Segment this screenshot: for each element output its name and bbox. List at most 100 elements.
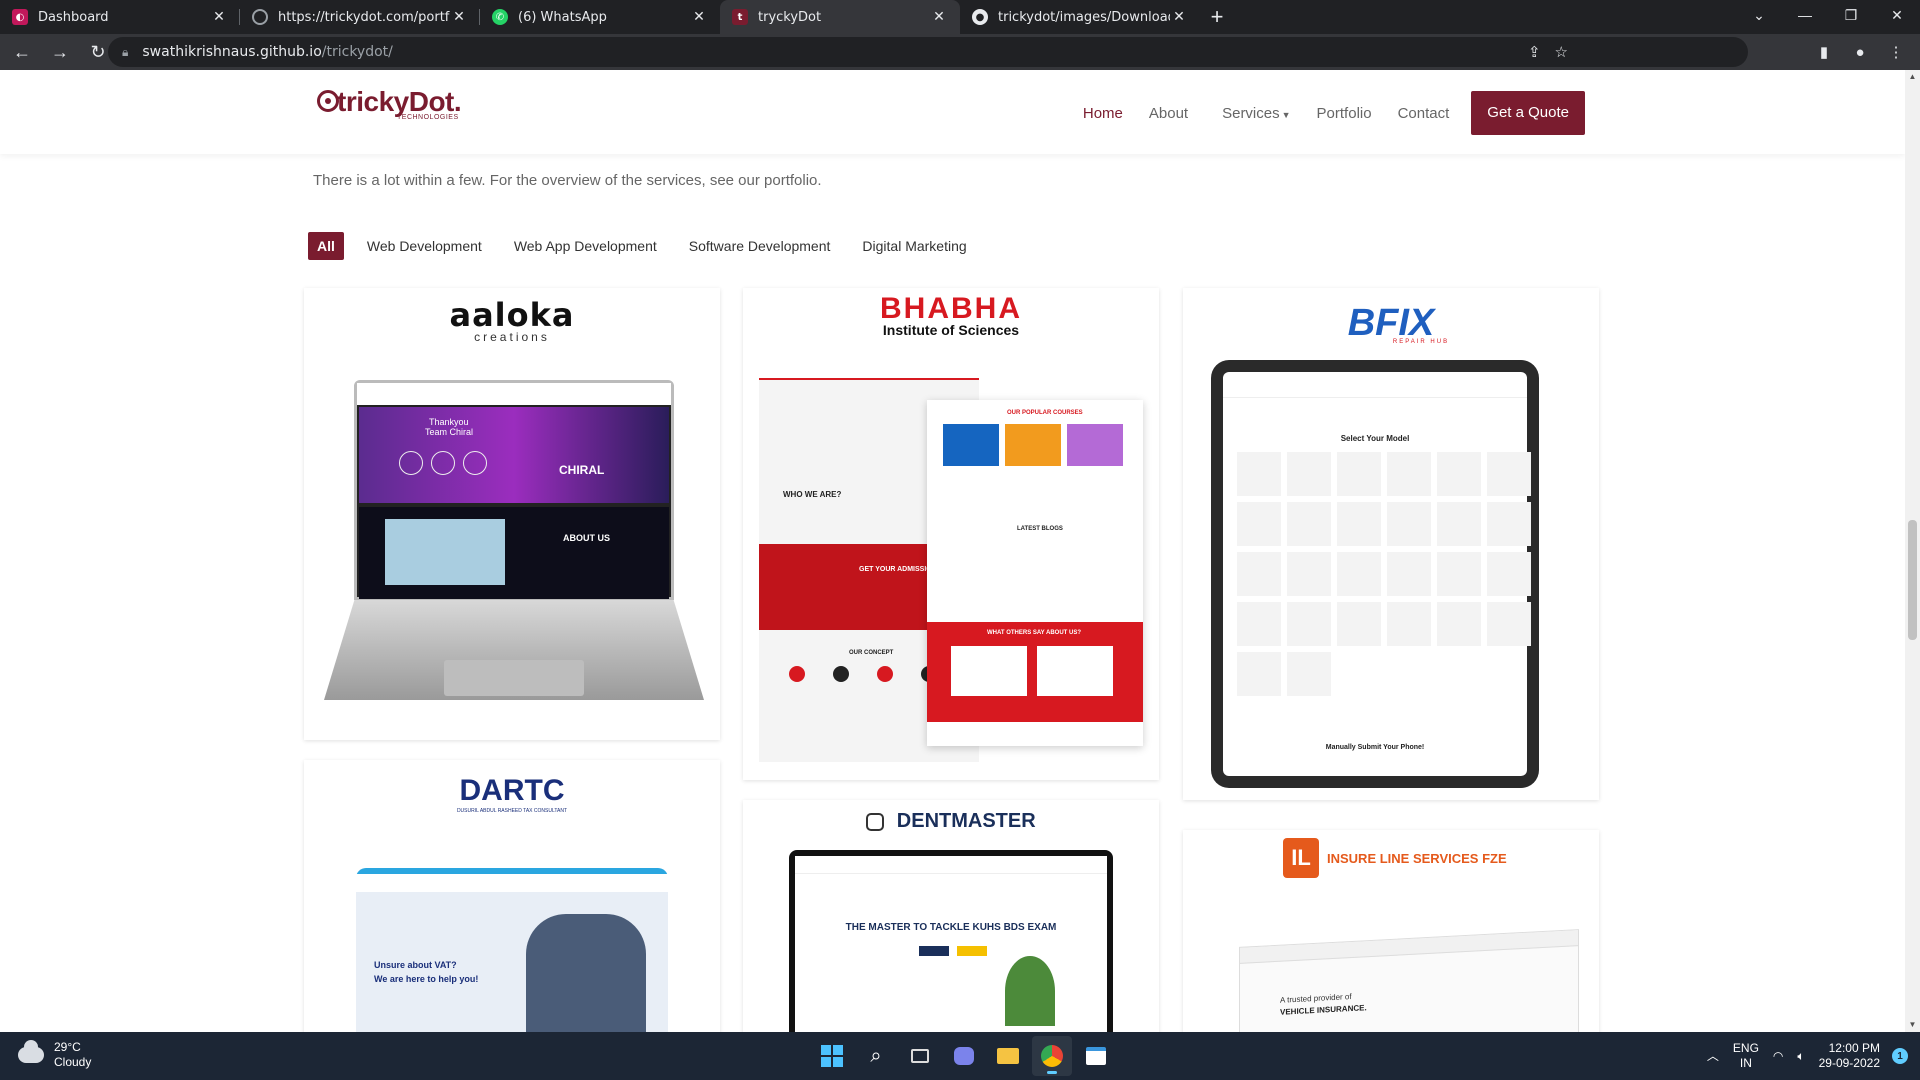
il-mark-icon: IL (1283, 838, 1319, 878)
nav-about[interactable]: About (1149, 105, 1188, 122)
get-a-quote-button[interactable]: Get a Quote (1471, 91, 1585, 135)
chrome-button[interactable] (1032, 1036, 1072, 1076)
temperature: 29°C (54, 1040, 81, 1054)
system-tray: ︿ ENG IN ◠ 🔈︎ 12:00 PM 29-09-2022 1 (1693, 1032, 1908, 1080)
menu-icon[interactable]: ⋮ (1880, 36, 1912, 68)
address-bar[interactable]: 🔒︎ swathikrishnaus.github.io/trickydot/ … (108, 37, 1748, 67)
tab-trickydot-portfolio[interactable]: https://trickydot.com/portfolio.h ✕ (240, 0, 480, 34)
task-view-button[interactable] (900, 1036, 940, 1076)
logo-mark-icon (317, 90, 339, 112)
laptop-screen: Thankyou Team Chiral CHIRAL ABOUT US (354, 380, 674, 600)
filter-all[interactable]: All (308, 232, 344, 260)
portfolio-card-bfix[interactable]: BFIX REPAIR HUB Select Your Model Manual… (1183, 288, 1599, 800)
url-text: swathikrishnaus.github.io/trickydot/ (142, 44, 393, 60)
tab-search-icon[interactable]: ⌄ (1736, 0, 1782, 30)
teams-chat-button[interactable] (944, 1036, 984, 1076)
filter-web-app-development[interactable]: Web App Development (505, 232, 666, 260)
insure-tagline-2: VEHICLE INSURANCE. (1280, 1003, 1367, 1017)
volume-icon[interactable]: 🔈︎ (1797, 1049, 1804, 1064)
share-icon[interactable]: ⇪ (1528, 43, 1541, 61)
close-icon[interactable]: ✕ (450, 9, 468, 25)
nav-portfolio[interactable]: Portfolio (1317, 105, 1372, 122)
manual-submit-heading: Manually Submit Your Phone! (1325, 744, 1425, 751)
minimize-button[interactable]: — (1782, 0, 1828, 30)
blogs-heading: LATEST BLOGS (1017, 526, 1063, 532)
side-panel-icon[interactable]: ▮ (1808, 36, 1840, 68)
bfix-logo: BFIX REPAIR HUB (1183, 302, 1599, 345)
notification-badge[interactable]: 1 (1892, 1048, 1908, 1064)
tab-label: trickydot/images/Downloads at r (998, 9, 1170, 25)
back-button[interactable]: ← (6, 36, 38, 68)
scroll-thumb[interactable] (1908, 520, 1917, 640)
file-explorer-button[interactable] (988, 1036, 1028, 1076)
window-controls: ⌄ — ❐ ✕ (1736, 0, 1920, 34)
nav-services-label: Services (1222, 104, 1280, 122)
windows-icon (821, 1045, 843, 1067)
wifi-icon[interactable]: ◠ (1773, 1049, 1783, 1064)
close-icon[interactable]: ✕ (930, 9, 948, 25)
close-icon[interactable]: ✕ (1170, 9, 1188, 25)
profile-icon[interactable]: ● (1844, 36, 1876, 68)
dentmaster-logo: DENTMASTER (743, 810, 1159, 833)
nav-services[interactable]: Services ▼ (1222, 105, 1290, 122)
bfix-tag: REPAIR HUB (1392, 339, 1450, 345)
chrome-icon (1041, 1045, 1063, 1067)
portfolio-card-dentmaster[interactable]: DENTMASTER THE MASTER TO TACKLE KUHS BDS… (743, 800, 1159, 1032)
tab-github[interactable]: ● trickydot/images/Downloads at r ✕ (960, 0, 1200, 34)
bookmark-star-icon[interactable]: ☆ (1555, 43, 1568, 61)
filter-digital-marketing[interactable]: Digital Marketing (853, 232, 975, 260)
portfolio-card-dartc[interactable]: DARTC DUSURIL ABDUL RASHEED TAX CONSULTA… (304, 760, 720, 1032)
dentmaster-headline: THE MASTER TO TACKLE KUHS BDS EXAM (845, 922, 1057, 933)
scroll-up-icon[interactable]: ▲ (1905, 70, 1920, 84)
close-icon[interactable]: ✕ (210, 9, 228, 25)
show-hidden-icons-icon[interactable]: ︿ (1707, 1049, 1719, 1064)
logo-subtitle: TECHNOLOGIES (397, 114, 459, 121)
trickydot-favicon-icon: t (732, 9, 748, 25)
taskbar-apps: ⌕ (812, 1036, 1116, 1076)
vat-question: Unsure about VAT? (374, 960, 457, 970)
toolbar-actions: ▮ ● ⋮ (1808, 36, 1912, 68)
scroll-down-icon[interactable]: ▼ (1905, 1018, 1920, 1032)
close-icon[interactable]: ✕ (690, 9, 708, 25)
insure-tagline-1: A trusted provider of (1280, 992, 1352, 1005)
tab-label: tryckyDot (758, 9, 822, 25)
language-indicator[interactable]: ENG IN (1733, 1041, 1759, 1071)
insure-screenshot: A trusted provider of VEHICLE INSURANCE. (1239, 929, 1579, 1032)
close-window-button[interactable]: ✕ (1874, 0, 1920, 30)
who-we-are: WHO WE ARE? (783, 490, 842, 499)
insure-brand: INSURE LINE SERVICES FZE (1327, 850, 1507, 866)
new-tab-button[interactable]: + (1200, 0, 1234, 34)
portfolio-intro-text: There is a lot within a few. For the ove… (313, 172, 822, 189)
filter-web-development[interactable]: Web Development (358, 232, 491, 260)
search-button[interactable]: ⌕ (856, 1036, 896, 1076)
portfolio-card-aaloka[interactable]: aaloka creations Thankyou Team Chiral CH… (304, 288, 720, 740)
weather-widget[interactable]: 29°C Cloudy (18, 1040, 91, 1070)
bhabha-mockup-right: OUR POPULAR COURSES LATEST BLOGS WHAT OT… (927, 400, 1143, 746)
site-logo[interactable]: trickyDot. TECHNOLOGIES (317, 86, 462, 121)
tab-whatsapp[interactable]: ✆ (6) WhatsApp ✕ (480, 0, 720, 34)
page-scrollbar[interactable]: ▲ ▼ (1905, 70, 1920, 1032)
restore-button[interactable]: ❐ (1828, 0, 1874, 30)
tab-tryckydot[interactable]: t tryckyDot ✕ (720, 0, 960, 34)
filter-software-development[interactable]: Software Development (680, 232, 840, 260)
tab-dashboard[interactable]: ◐ Dashboard ✕ (0, 0, 240, 34)
dartc-screenshot: Unsure about VAT? We are here to help yo… (356, 868, 668, 1032)
browser-toolbar: ← → ↻ 🔒︎ swathikrishnaus.github.io/trick… (0, 34, 1920, 70)
lock-icon[interactable]: 🔒︎ (122, 45, 128, 60)
bhabha-sub: Institute of Sciences (882, 322, 1020, 338)
portfolio-card-bhabha[interactable]: BHABHA Institute of Sciences WHO WE ARE?… (743, 288, 1159, 780)
store-icon (1086, 1047, 1106, 1065)
nav-home[interactable]: Home (1083, 105, 1123, 122)
select-model-heading: Select Your Model (1340, 434, 1410, 443)
omnibox-actions: ⇪ ☆ (1528, 37, 1568, 67)
portfolio-card-insure-line[interactable]: IL INSURE LINE SERVICES FZE A trusted pr… (1183, 830, 1599, 1032)
nav-contact[interactable]: Contact (1398, 105, 1450, 122)
clock[interactable]: 12:00 PM 29-09-2022 (1819, 1041, 1880, 1071)
time: 12:00 PM (1828, 1041, 1880, 1055)
start-button[interactable] (812, 1036, 852, 1076)
others-heading: WHAT OTHERS SAY ABOUT US? (987, 630, 1082, 636)
github-icon: ● (972, 9, 988, 25)
store-button[interactable] (1076, 1036, 1116, 1076)
forward-button[interactable]: → (44, 36, 76, 68)
tab-label: https://trickydot.com/portfolio.h (278, 9, 450, 25)
